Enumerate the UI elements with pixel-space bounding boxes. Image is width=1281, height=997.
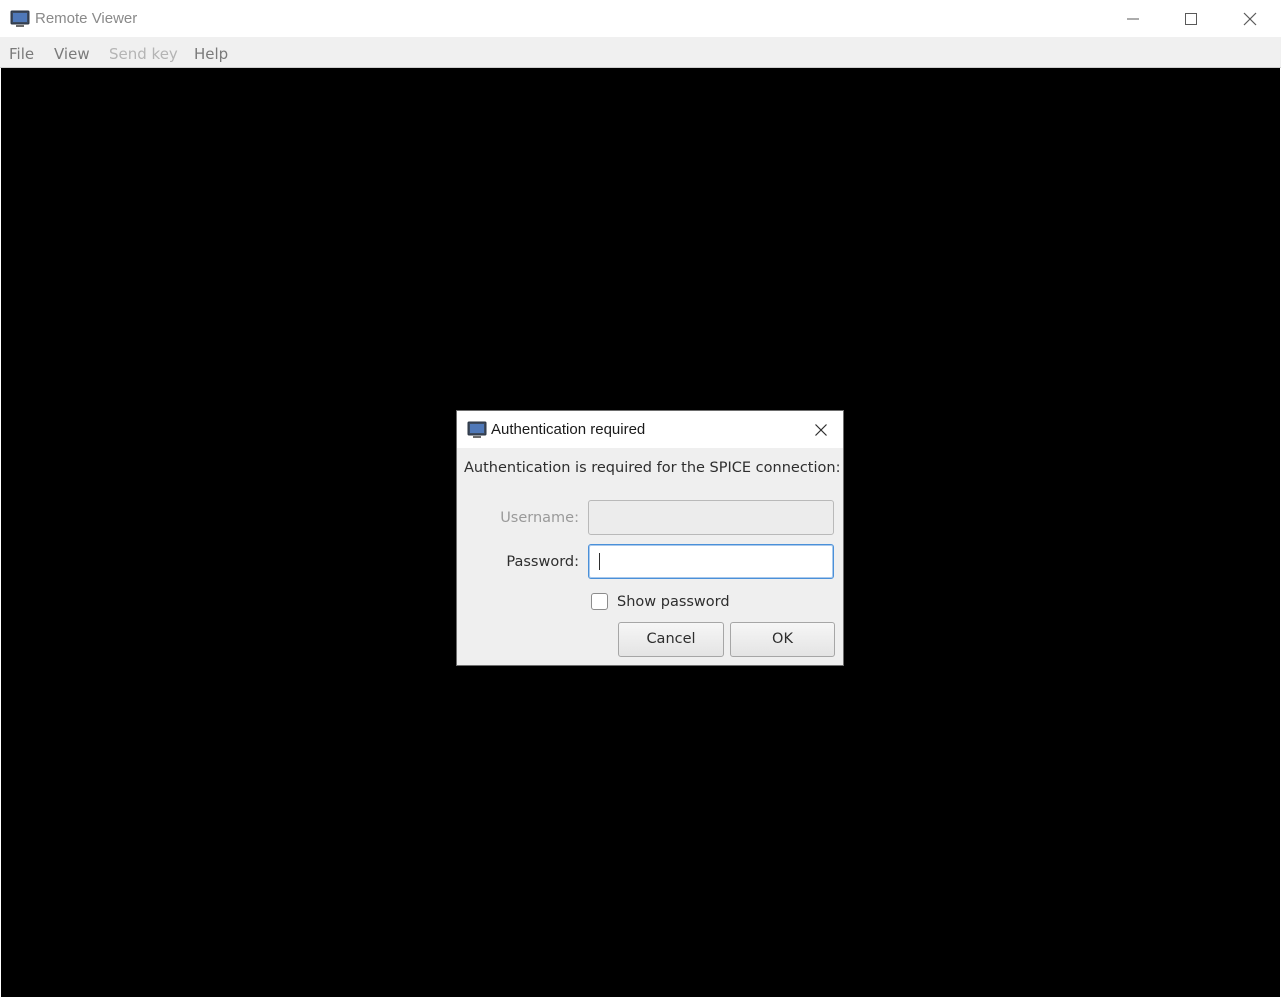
authentication-dialog: Authentication required Authentication i… [456,410,844,666]
menubar: File View Send key Help [0,37,1281,68]
window-title: Remote Viewer [35,10,138,27]
close-icon [1243,12,1257,26]
minimize-icon [1127,18,1139,20]
close-window-button[interactable] [1221,0,1279,37]
monitor-dialog-icon [467,420,487,440]
menu-view[interactable]: View [54,45,90,63]
dialog-message: Authentication is required for the SPICE… [464,460,841,476]
dialog-titlebar[interactable]: Authentication required [457,411,843,448]
cancel-button[interactable]: Cancel [618,622,724,657]
username-label: Username: [500,510,579,526]
menu-file[interactable]: File [9,45,34,63]
maximize-icon [1185,13,1197,25]
dialog-close-button[interactable] [810,419,832,441]
window-titlebar[interactable]: Remote Viewer [0,0,1281,37]
ok-button[interactable]: OK [730,622,835,657]
password-field[interactable] [588,544,834,579]
password-label: Password: [506,554,579,570]
close-icon [815,424,827,436]
text-caret [599,553,600,570]
username-field [588,500,834,535]
dialog-title: Authentication required [491,421,646,438]
maximize-button[interactable] [1162,0,1220,37]
menu-help[interactable]: Help [194,45,228,63]
monitor-app-icon [10,9,30,29]
show-password-checkbox[interactable] [591,593,608,610]
minimize-button[interactable] [1104,0,1162,37]
remote-viewer-window: Remote Viewer File View Send key Help Au… [0,0,1281,997]
menu-send-key: Send key [109,45,178,63]
show-password-label[interactable]: Show password [617,593,730,611]
